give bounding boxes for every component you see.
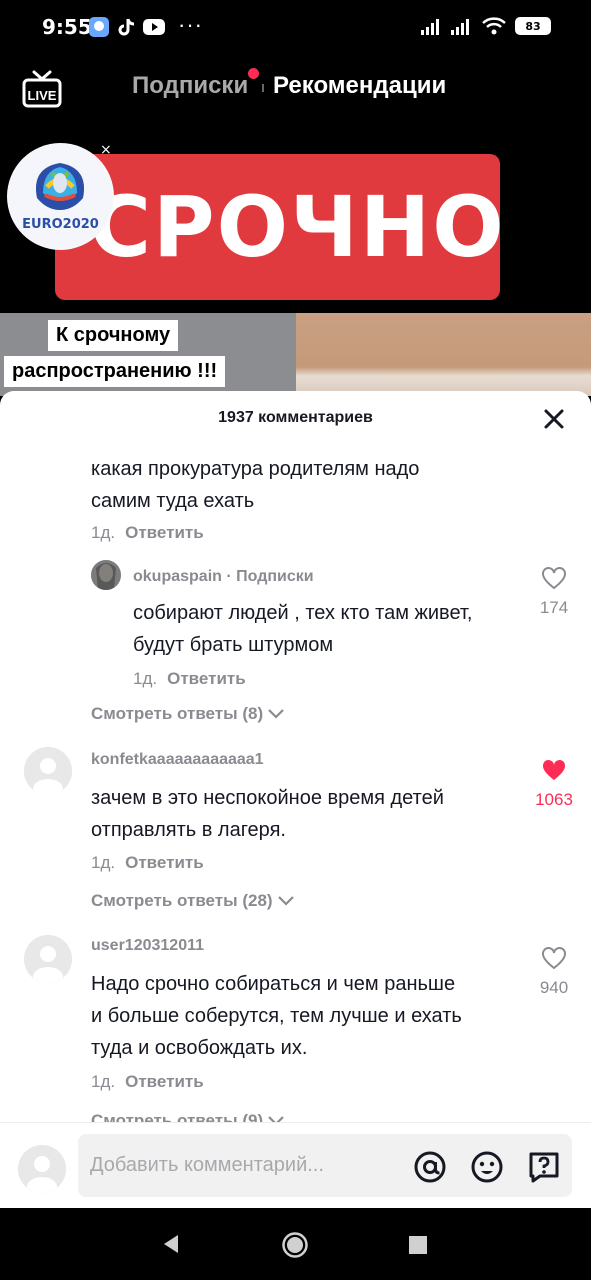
comment-username[interactable]: user120312011 — [91, 937, 204, 955]
comment-time: 1д. — [91, 853, 116, 872]
comment-meta: 1д. Ответить — [133, 669, 246, 689]
comment-text-line: туда и освобождать их. — [91, 1037, 308, 1059]
chevron-down-icon — [268, 709, 284, 719]
reply-button[interactable]: Ответить — [167, 669, 246, 688]
comment-username[interactable]: konfetkaaaaaaaaaaaa1 — [91, 751, 264, 769]
comment-text-line: собирают людей , тех кто там живет, — [133, 602, 473, 624]
badge-close-icon[interactable]: × — [100, 142, 112, 158]
default-avatar-icon — [24, 747, 72, 795]
follow-label: Подписки — [236, 568, 314, 585]
default-avatar-icon — [18, 1145, 66, 1193]
comment-time: 1д. — [133, 669, 158, 688]
urgent-banner-text: СРОЧНО — [89, 178, 506, 276]
comment-meta: 1д. Ответить — [91, 1072, 204, 1092]
comment-text-line: Надо срочно собираться и чем раньше — [91, 973, 456, 995]
view-replies-label: Смотреть ответы (28) — [91, 891, 273, 910]
urgent-banner: СРОЧНО — [55, 154, 504, 300]
euro2020-text: EURO2020 — [22, 217, 99, 232]
svg-text:LIVE: LIVE — [28, 88, 57, 103]
back-icon[interactable] — [160, 1233, 182, 1255]
comment-text: какая прокуратура родителям надо самим т… — [91, 453, 419, 517]
comment-text-line: и больше соберутся, тем лучше и ехать — [91, 1005, 462, 1027]
view-replies-label: Смотреть ответы (8) — [91, 704, 264, 723]
comment-text-line: какая прокуратура родителям надо — [91, 458, 420, 480]
tiktok-icon — [118, 18, 135, 36]
comment-time: 1д. — [91, 523, 116, 542]
heart-outline-icon[interactable] — [541, 567, 567, 591]
notification-app-icon — [89, 17, 109, 37]
comments-count-title: 1937 комментариев — [218, 409, 373, 426]
comment-meta: 1д. Ответить — [91, 523, 204, 543]
video-frame-right — [296, 313, 591, 396]
comment-text-line: будут брать штурмом — [133, 634, 334, 656]
like-count: 940 — [539, 978, 569, 997]
tab-following[interactable]: Подписки — [132, 72, 248, 100]
recents-icon[interactable] — [408, 1235, 428, 1255]
signal-icon-2 — [451, 19, 469, 35]
avatar[interactable] — [24, 747, 72, 795]
status-bar: 9:55 ··· 83 — [0, 0, 591, 56]
comment-time: 1д. — [91, 1072, 116, 1091]
comment-input-bar: Добавить комментарий... — [0, 1122, 591, 1208]
emoji-icon[interactable] — [470, 1150, 504, 1184]
like-control[interactable]: 940 — [524, 947, 584, 998]
like-control[interactable]: 174 — [524, 567, 584, 618]
chevron-down-icon — [277, 896, 294, 906]
mention-icon[interactable] — [413, 1150, 447, 1184]
status-time: 9:55 — [42, 15, 92, 39]
heart-filled-icon[interactable] — [541, 759, 567, 783]
close-icon[interactable] — [542, 407, 566, 431]
comment-meta: 1д. Ответить — [91, 853, 204, 873]
video-caption-line1: К срочному — [48, 320, 179, 351]
youtube-icon — [143, 19, 165, 35]
question-sticker-icon[interactable] — [527, 1150, 561, 1184]
live-icon[interactable]: LIVE — [20, 68, 64, 110]
more-notifications-icon: ··· — [178, 12, 203, 37]
comment-text-line: зачем в это неспокойное время детей — [91, 787, 444, 809]
comment-input-placeholder: Добавить комментарий... — [90, 1154, 324, 1176]
username-text[interactable]: okupaspain — [133, 568, 222, 585]
euro2020-badge[interactable]: EURO2020 — [7, 143, 114, 250]
top-nav: LIVE Подписки Рекомендации — [0, 56, 591, 126]
heart-outline-icon[interactable] — [541, 947, 567, 971]
avatar[interactable] — [91, 560, 121, 590]
system-navigation-bar — [0, 1208, 591, 1280]
video-caption-line2: распространению !!! — [4, 356, 226, 387]
my-avatar — [18, 1145, 66, 1193]
like-count: 174 — [539, 598, 569, 617]
signal-icon — [421, 19, 439, 35]
reply-button[interactable]: Ответить — [125, 1072, 204, 1091]
view-replies-button[interactable]: Смотреть ответы (8) — [91, 704, 285, 724]
avatar[interactable] — [24, 935, 72, 983]
comment-text: собирают людей , тех кто там живет, буду… — [133, 597, 472, 661]
avatar-photo — [91, 560, 121, 590]
reply-button[interactable]: Ответить — [125, 523, 204, 542]
like-count: 1063 — [535, 790, 573, 809]
comment-input[interactable]: Добавить комментарий... — [78, 1134, 572, 1197]
notification-dot — [248, 68, 259, 79]
default-avatar-icon — [24, 935, 72, 983]
comment-username[interactable]: okupaspain · Подписки — [133, 568, 314, 586]
comment-text: зачем в это неспокойное время детей отпр… — [91, 782, 444, 846]
like-control[interactable]: 1063 — [524, 759, 584, 810]
status-indicators: 83 — [421, 16, 551, 36]
follow-separator: · — [221, 568, 237, 585]
comment-text-line: самим туда ехать — [91, 490, 255, 512]
reply-button[interactable]: Ответить — [125, 853, 204, 872]
wifi-icon — [482, 17, 506, 35]
tab-divider — [262, 84, 264, 92]
euro2020-logo — [8, 144, 112, 248]
view-replies-button[interactable]: Смотреть ответы (28) — [91, 891, 295, 911]
comment-text: Надо срочно собираться и чем раньше и бо… — [91, 968, 462, 1064]
comments-sheet: 1937 комментариев какая прокуратура роди… — [0, 391, 591, 1208]
battery-icon: 83 — [515, 17, 551, 35]
home-icon[interactable] — [281, 1231, 309, 1259]
comment-text-line: отправлять в лагеря. — [91, 819, 286, 841]
tab-for-you[interactable]: Рекомендации — [273, 72, 446, 100]
